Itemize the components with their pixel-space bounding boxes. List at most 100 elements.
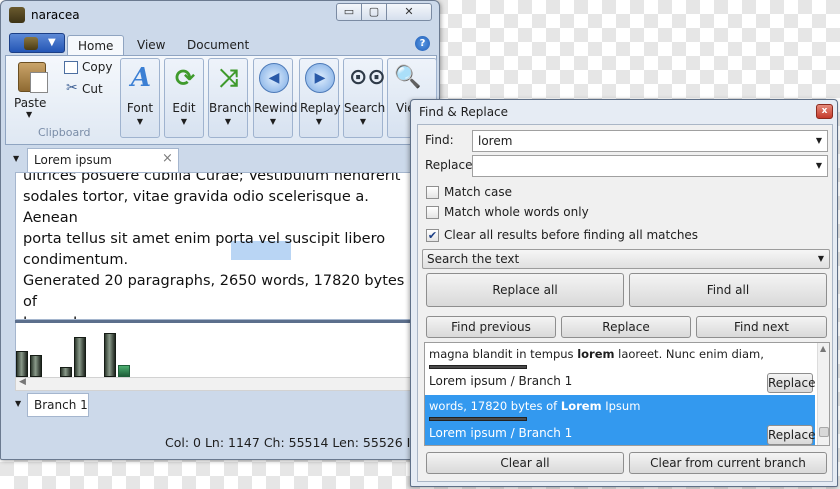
scissors-icon: ✂ <box>66 80 78 96</box>
tab-view[interactable]: View <box>127 35 175 55</box>
result-context: words, 17820 bytes of Lorem Ipsum <box>429 399 640 413</box>
result-match: Lorem <box>560 399 602 413</box>
scrollbar-thumb[interactable] <box>819 427 829 437</box>
result-replace-button[interactable]: Replace <box>767 425 815 445</box>
dialog-title: Find & Replace <box>419 105 509 119</box>
replace-label: Replace: <box>425 158 477 172</box>
checkmark-icon: ✔ <box>426 229 439 242</box>
find-replace-dialog: Find & Replace x Find: lorem ▼ Replace: … <box>410 99 838 487</box>
text-editor[interactable]: ultrices posuere cubilia Curae; Vestibul… <box>15 172 415 320</box>
clear-all-button[interactable]: Clear all <box>426 452 624 474</box>
document-tab-label: Lorem ipsum <box>34 153 112 167</box>
chevron-down-icon: ▼ <box>136 117 144 126</box>
edit-label: Edit <box>172 101 196 115</box>
clear-results-label: Clear all results before finding all mat… <box>444 228 699 242</box>
history-bar <box>104 333 116 377</box>
history-bar <box>16 351 28 377</box>
binoculars-icon: ⊙⊙ <box>349 65 386 90</box>
checkbox-box <box>426 206 439 219</box>
rewind-icon: ◀ <box>259 63 289 93</box>
paste-button[interactable]: Paste ▼ <box>10 58 54 128</box>
history-bar <box>74 337 86 377</box>
scroll-up-icon[interactable]: ▲ <box>820 344 826 353</box>
branch-tab-label: Branch 1 <box>34 398 88 412</box>
tab-home[interactable]: Home <box>67 35 125 55</box>
result-position-bar <box>429 417 527 421</box>
vertical-scrollbar[interactable]: ▲ <box>817 343 829 445</box>
main-window: naracea ▭ ▢ ✕ ▼ Home View Document ? Pas… <box>0 0 440 460</box>
branch-tab[interactable]: Branch 1 <box>27 393 89 417</box>
ribbon-panel: Paste ▼ Copy ✂ Cut Clipboard A Font ▼ ⟳ … <box>5 55 437 145</box>
result-position-bar <box>429 365 527 369</box>
checkbox-box <box>426 186 439 199</box>
branch-label: Branch <box>209 101 252 115</box>
result-item[interactable]: magna blandit in tempus lorem laoreet. N… <box>425 343 815 395</box>
find-input-value: lorem <box>478 134 513 148</box>
edit-icon: ⟳ <box>174 64 196 92</box>
close-icon[interactable]: × <box>162 151 173 166</box>
edit-button[interactable]: ⟳ Edit ▼ <box>164 58 204 138</box>
rewind-label: Rewind <box>254 101 298 115</box>
clear-from-current-branch-button[interactable]: Clear from current branch <box>629 452 827 474</box>
search-scope-select[interactable]: Search the text ▼ <box>422 249 830 269</box>
history-bar <box>30 355 42 377</box>
result-location: Lorem ipsum / Branch 1 <box>429 426 573 440</box>
view-icon: 🔍 <box>394 65 422 90</box>
horizontal-scrollbar[interactable]: ◀ <box>15 377 415 391</box>
copy-icon <box>64 61 78 74</box>
chevron-down-icon[interactable]: ▼ <box>15 399 21 408</box>
search-scope-value: Search the text <box>427 252 520 266</box>
maximize-button[interactable]: ▢ <box>361 3 387 21</box>
result-before: magna blandit in tempus <box>429 347 578 361</box>
find-all-button[interactable]: Find all <box>629 273 827 307</box>
clipboard-paste-icon <box>18 62 48 93</box>
branch-history-graph[interactable] <box>15 323 415 377</box>
history-bar <box>60 367 72 377</box>
chevron-down-icon: ▼ <box>315 117 323 126</box>
replace-button[interactable]: Replace <box>561 316 691 338</box>
status-bar: Col: 0 Ln: 1147 Ch: 55514 Len: 55526 IN <box>5 431 437 455</box>
match-case-label: Match case <box>444 185 513 199</box>
chevron-down-icon: ▼ <box>359 117 367 126</box>
branch-button[interactable]: ⤨ Branch ▼ <box>208 58 252 138</box>
find-previous-button[interactable]: Find previous <box>426 316 556 338</box>
font-icon: A <box>130 63 152 93</box>
result-before: words, 17820 bytes of <box>429 399 561 413</box>
chevron-down-icon[interactable]: ▼ <box>816 161 822 170</box>
search-button[interactable]: ⊙⊙ Search ▼ <box>343 58 386 138</box>
clipboard-group-label: Clipboard <box>38 126 91 139</box>
help-icon[interactable]: ? <box>415 36 430 51</box>
application-menu-button[interactable]: ▼ <box>9 33 65 53</box>
replace-all-button[interactable]: Replace all <box>426 273 624 307</box>
chevron-down-icon: ▼ <box>817 254 824 263</box>
copy-label: Copy <box>82 60 113 74</box>
font-button[interactable]: A Font ▼ <box>120 58 160 138</box>
chevron-down-icon[interactable]: ▼ <box>13 154 19 163</box>
document-tab-strip: ▼ Lorem ipsum × <box>9 146 429 172</box>
paste-label: Paste <box>14 96 47 110</box>
find-input[interactable]: lorem ▼ <box>472 130 828 152</box>
result-item-selected[interactable]: words, 17820 bytes of Lorem Ipsum Lorem … <box>425 395 815 445</box>
replay-button[interactable]: ▶ Replay ▼ <box>299 58 341 138</box>
minimize-button[interactable]: ▭ <box>336 3 362 21</box>
title-bar: naracea ▭ ▢ ✕ <box>1 1 439 29</box>
search-label: Search <box>344 101 386 115</box>
replace-input[interactable]: ▼ <box>472 155 828 177</box>
close-icon[interactable]: x <box>816 104 833 119</box>
find-label: Find: <box>425 133 454 147</box>
chevron-down-icon[interactable]: ▼ <box>816 136 822 145</box>
scroll-left-icon[interactable]: ◀ <box>19 377 26 387</box>
chevron-down-icon: ▼ <box>269 117 277 126</box>
replay-label: Replay <box>300 101 341 115</box>
chevron-down-icon: ▼ <box>48 37 56 48</box>
find-next-button[interactable]: Find next <box>696 316 827 338</box>
chevron-down-icon: ▼ <box>224 117 232 126</box>
document-tab[interactable]: Lorem ipsum × <box>27 148 179 172</box>
rewind-button[interactable]: ◀ Rewind ▼ <box>253 58 298 138</box>
window-title: naracea <box>31 8 80 22</box>
result-replace-button[interactable]: Replace <box>767 373 815 393</box>
tab-document[interactable]: Document <box>177 35 259 55</box>
ribbon-tab-bar: ▼ Home View Document ? <box>5 31 437 55</box>
results-list[interactable]: magna blandit in tempus lorem laoreet. N… <box>424 342 830 446</box>
close-window-button[interactable]: ✕ <box>386 3 432 21</box>
